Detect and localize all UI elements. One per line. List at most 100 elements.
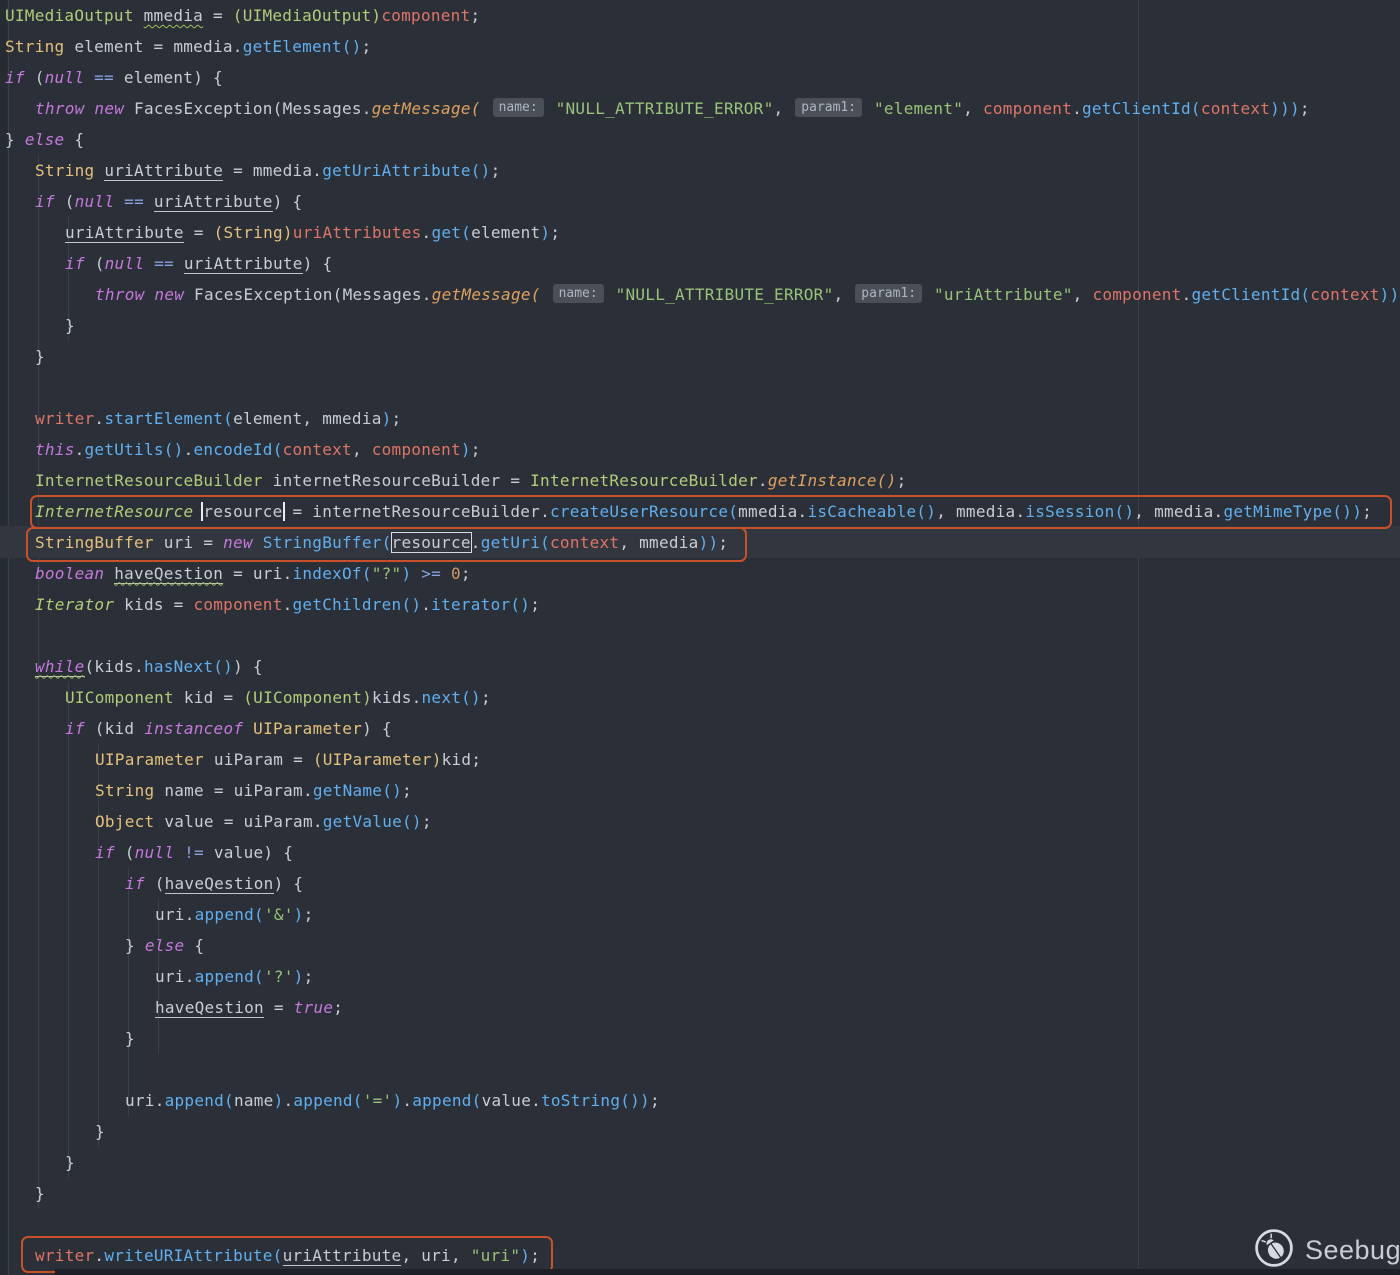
code-line[interactable] [0,372,1400,403]
code-token [606,285,616,304]
code-line[interactable]: UIComponent kid = (UIComponent)kids.next… [0,682,1400,713]
code-token: ; [392,409,402,428]
code-token: "NULL_ATTRIBUTE_ERROR" [616,285,834,304]
code-line[interactable]: if (haveQestion) { [0,868,1400,899]
code-token: . [758,471,768,490]
code-line[interactable]: if (kid instanceof UIParameter) { [0,713,1400,744]
code-line[interactable]: haveQestion = true; [0,992,1400,1023]
code-line[interactable]: Object value = uiParam.getValue(); [0,806,1400,837]
code-token: null [45,68,85,87]
code-token: == [124,192,144,211]
code-token [174,843,184,862]
code-token: String [35,161,94,180]
code-line[interactable]: uri.append('&'); [0,899,1400,930]
code-token: ; [650,1091,660,1110]
code-token: element = mmedia. [64,37,242,56]
code-line[interactable]: if (null != value) { [0,837,1400,868]
code-line[interactable]: UIMediaOutput mmedia = (UIMediaOutput)co… [0,0,1400,31]
code-token: , [773,99,793,118]
code-token: element, mmedia [233,409,382,428]
code-token: ) { [274,874,304,893]
code-token: instanceof [144,719,243,738]
code-token: this [35,440,75,459]
code-line[interactable]: UIParameter uiParam = (UIParameter)kid; [0,744,1400,775]
code-line[interactable]: } else { [0,930,1400,961]
code-line[interactable]: uriAttribute = (String)uriAttributes.get… [0,217,1400,248]
code-line[interactable]: if (null == uriAttribute) { [0,248,1400,279]
code-token: ; [402,781,412,800]
code-token: ; [304,967,314,986]
code-token: ))) [1270,99,1300,118]
seebug-bug-icon [1252,1226,1296,1275]
code-token [411,564,421,583]
code-token: ; [304,905,314,924]
code-line[interactable]: Iterator kids = component.getChildren().… [0,589,1400,620]
code-token: getClientId( [1192,285,1311,304]
code-token: ) [461,440,471,459]
code-token: "element" [874,99,963,118]
code-area[interactable]: UIMediaOutput mmedia = (UIMediaOutput)co… [0,0,1400,1271]
code-token: StringBuffer [35,533,154,552]
code-line[interactable]: boolean haveQestion = uri.indexOf("?") >… [0,558,1400,589]
code-token: component [372,440,461,459]
code-line[interactable]: InternetResourceBuilder internetResource… [0,465,1400,496]
code-line[interactable]: if (null == uriAttribute) { [0,186,1400,217]
code-token: != [184,843,204,862]
code-token: value = uiParam. [154,812,322,831]
code-token: indexOf( [293,564,372,583]
code-line[interactable]: } [0,1147,1400,1178]
code-token: . [421,595,431,614]
code-token [541,285,551,304]
code-token [85,99,95,118]
code-token: null [135,843,175,862]
code-token: hasNext() [144,657,233,676]
code-line[interactable] [0,1054,1400,1085]
code-line[interactable]: throw new FacesException(Messages.getMes… [0,93,1400,124]
code-line[interactable]: this.getUtils().encodeId(context, compon… [0,434,1400,465]
code-line[interactable]: } [0,1023,1400,1054]
code-line[interactable]: } [0,1116,1400,1147]
code-token: ( [25,68,45,87]
code-token: UIParameter [95,750,204,769]
code-line[interactable]: writer.writeURIAttribute(uriAttribute, u… [0,1240,1400,1271]
code-line[interactable] [0,1209,1400,1240]
code-token: startElement( [104,409,233,428]
code-token [134,6,144,25]
code-line[interactable]: StringBuffer uri = new StringBuffer(reso… [0,527,1400,558]
code-line[interactable]: String uriAttribute = mmedia.getUriAttri… [0,155,1400,186]
code-line[interactable]: if (null == element) { [0,62,1400,93]
code-line[interactable]: } [0,341,1400,372]
code-token: uriAttribute [184,254,303,274]
code-token: getName() [313,781,402,800]
code-token: ; [470,6,480,25]
bottom-dark-strip [55,1269,1400,1275]
code-line[interactable]: String name = uiParam.getName(); [0,775,1400,806]
code-token: ) [382,409,392,428]
code-line[interactable]: writer.startElement(element, mmedia); [0,403,1400,434]
code-line[interactable]: } else { [0,124,1400,155]
code-line[interactable]: } [0,310,1400,341]
code-token: while [35,657,85,677]
code-line[interactable]: uri.append('?'); [0,961,1400,992]
code-token: "?" [372,564,402,583]
code-token: getInstance() [768,471,897,490]
code-line[interactable]: while(kids.hasNext()) { [0,651,1400,682]
code-line[interactable] [0,620,1400,651]
code-token: InternetResourceBuilder [35,471,263,490]
code-token: . [422,223,432,242]
code-token: ; [1362,502,1372,521]
code-line[interactable]: String element = mmedia.getElement(); [0,31,1400,62]
code-token: } [35,347,45,366]
code-token: uri. [155,967,195,986]
code-line[interactable]: uri.append(name).append('=').append(valu… [0,1085,1400,1116]
code-line[interactable]: throw new FacesException(Messages.getMes… [0,279,1400,310]
code-line[interactable]: } [0,1178,1400,1209]
code-token: throw [35,99,85,118]
code-token: , mmedia [619,533,698,552]
code-token: getValue() [323,812,422,831]
code-token: value. [482,1091,541,1110]
code-token: context [1201,99,1270,118]
code-token: ))) [1380,285,1400,304]
code-line[interactable]: InternetResource resource = internetReso… [0,496,1400,527]
code-token [193,502,203,521]
